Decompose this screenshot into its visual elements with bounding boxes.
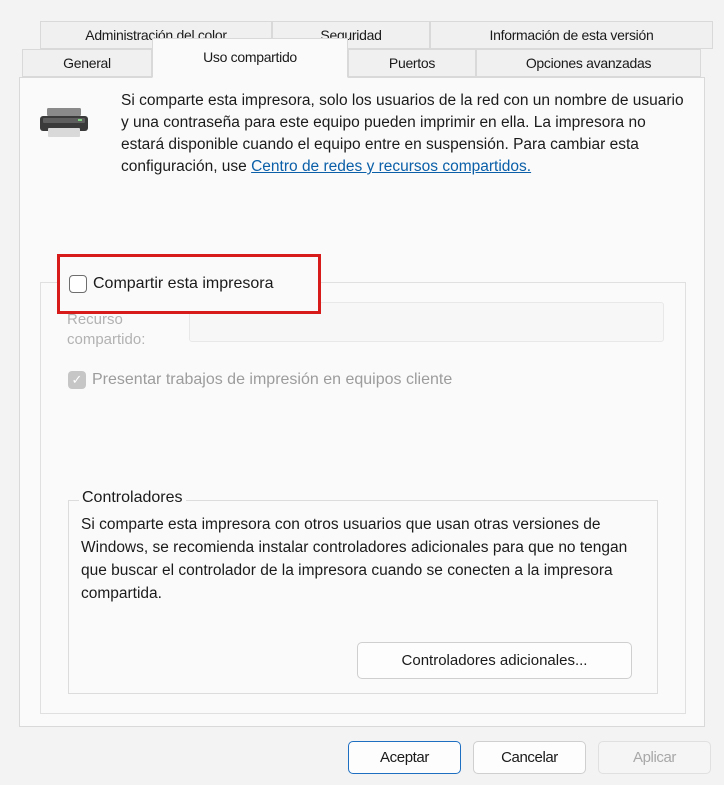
tab-ports[interactable]: Puertos: [348, 49, 476, 77]
cancel-label: Cancelar: [501, 749, 558, 766]
printer-properties-dialog: Administración del color Seguridad Infor…: [0, 0, 724, 785]
tab-label: Opciones avanzadas: [525, 55, 652, 71]
network-center-link[interactable]: Centro de redes y recursos compartidos.: [251, 158, 531, 175]
apply-label: Aplicar: [632, 749, 677, 766]
render-jobs-checkbox: ✓: [68, 371, 86, 389]
share-printer-highlight: Compartir esta impresora: [57, 254, 321, 314]
tab-general[interactable]: General: [22, 49, 152, 77]
render-jobs-label: Presentar trabajos de impresión en equip…: [92, 371, 453, 388]
render-jobs-row: ✓ Presentar trabajos de impresión en equ…: [68, 371, 452, 389]
printer-icon: [40, 106, 88, 138]
share-printer-label[interactable]: Compartir esta impresora: [93, 275, 274, 293]
tab-label: General: [63, 55, 111, 71]
drivers-group-title: Controladores: [79, 489, 186, 507]
ok-label: Aceptar: [380, 749, 429, 766]
share-printer-checkbox[interactable]: [69, 275, 87, 293]
share-name-label: Recurso compartido:: [67, 311, 146, 348]
apply-button: Aplicar: [598, 741, 711, 774]
tab-sharing[interactable]: Uso compartido: [152, 38, 348, 78]
drivers-description: Si comparte esta impresora con otros usu…: [81, 516, 628, 602]
tab-label: Uso compartido: [203, 49, 297, 65]
additional-drivers-button[interactable]: Controladores adicionales...: [357, 642, 632, 679]
ok-button[interactable]: Aceptar: [348, 741, 461, 774]
tab-label: Puertos: [388, 55, 436, 71]
tab-version-info[interactable]: Información de esta versión: [430, 21, 713, 49]
cancel-button[interactable]: Cancelar: [473, 741, 586, 774]
tab-advanced-options[interactable]: Opciones avanzadas: [476, 49, 701, 77]
sharing-intro-text: Si comparte esta impresora, solo los usu…: [121, 90, 691, 178]
tab-label: Información de esta versión: [489, 27, 654, 43]
additional-drivers-label: Controladores adicionales...: [401, 652, 588, 669]
